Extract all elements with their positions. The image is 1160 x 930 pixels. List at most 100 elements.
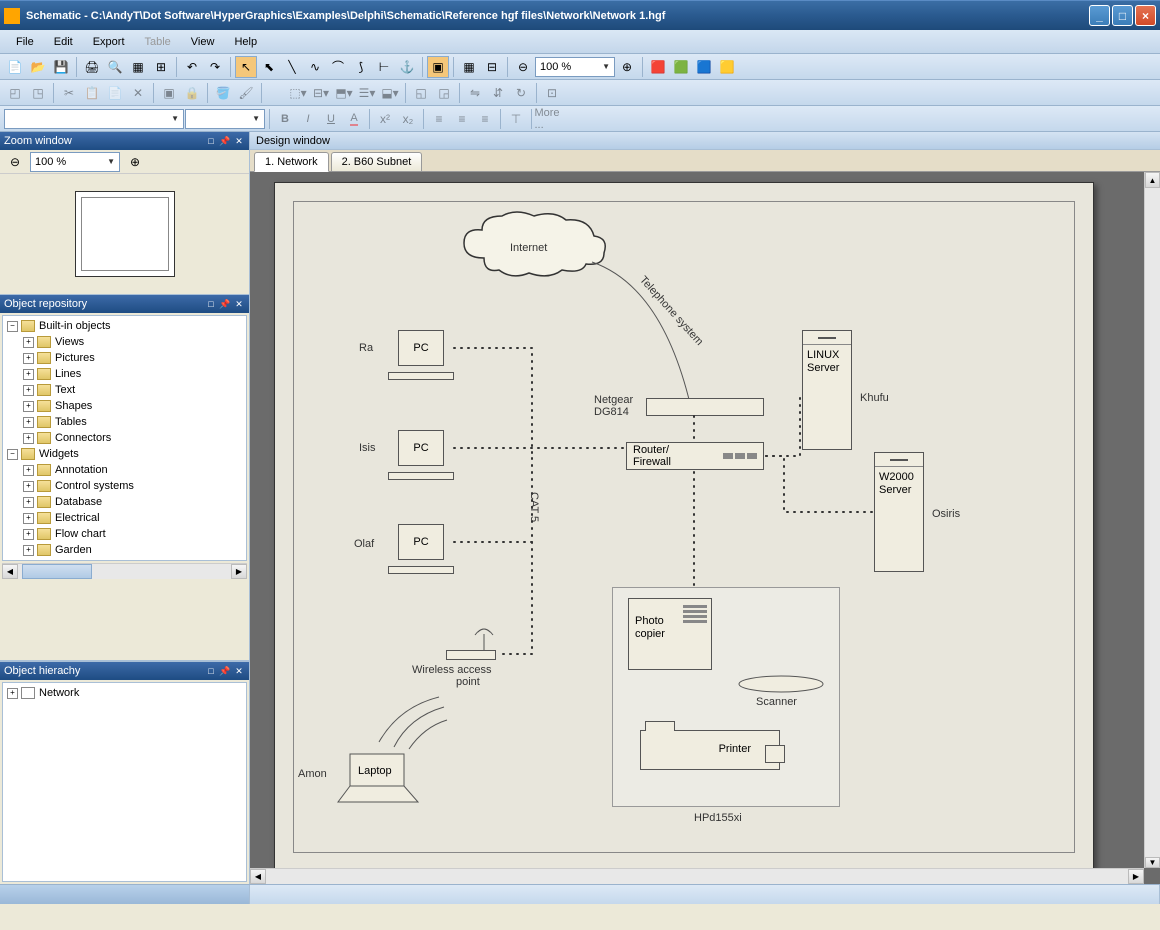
panel-pin-icon[interactable]: 📌 — [219, 665, 231, 677]
align-text-center-button[interactable]: ≡ — [451, 108, 473, 130]
expand-icon[interactable]: + — [23, 529, 34, 540]
menu-view[interactable]: View — [183, 33, 223, 51]
print-preview-button[interactable]: 🔍 — [104, 56, 126, 78]
snap-button[interactable]: ▣ — [427, 56, 449, 78]
curve-tool[interactable]: ⌒ — [327, 56, 349, 78]
explode-button[interactable]: ⊡ — [541, 82, 563, 104]
amon-label[interactable]: Amon — [298, 768, 327, 780]
undo-button[interactable]: ↶ — [181, 56, 203, 78]
netgear-label[interactable]: Netgear — [594, 394, 633, 406]
zoom-preview[interactable] — [0, 174, 249, 294]
anchor-tool[interactable]: ⚓ — [396, 56, 418, 78]
linux-server[interactable]: LINUX Server — [802, 330, 852, 450]
underline-button[interactable]: U — [320, 108, 342, 130]
internet-label[interactable]: Internet — [510, 242, 547, 254]
pc-isis-base[interactable] — [388, 472, 454, 480]
align-left-button[interactable]: ◰ — [4, 82, 26, 104]
maximize-button[interactable]: □ — [1112, 5, 1133, 26]
tree-node-database[interactable]: +Database — [5, 494, 244, 510]
layers-red-button[interactable]: 🟥 — [647, 56, 669, 78]
flip-v-button[interactable]: ⇵ — [487, 82, 509, 104]
canvas[interactable]: Internet Telephone system PC Ra PC — [250, 172, 1160, 884]
delete-button[interactable]: ✕ — [127, 82, 149, 104]
redo-button[interactable]: ↷ — [204, 56, 226, 78]
scanner[interactable] — [736, 674, 826, 694]
align-text-left-button[interactable]: ≡ — [428, 108, 450, 130]
scroll-left-button[interactable]: ◀ — [250, 869, 266, 884]
flip-h-button[interactable]: ⇋ — [464, 82, 486, 104]
panel-dock-icon[interactable]: □ — [205, 298, 217, 310]
tree-node-connectors[interactable]: +Connectors — [5, 430, 244, 446]
ruler-button[interactable]: ⊟ — [481, 56, 503, 78]
minimize-button[interactable]: _ — [1089, 5, 1110, 26]
expand-icon[interactable]: + — [23, 369, 34, 380]
pc-olaf-base[interactable] — [388, 566, 454, 574]
panel-close-icon[interactable]: ✕ — [233, 298, 245, 310]
khufu-label[interactable]: Khufu — [860, 392, 889, 404]
expand-icon[interactable]: + — [23, 337, 34, 348]
page-split-button[interactable]: ⊞ — [150, 56, 172, 78]
tree-node-flowchart[interactable]: +Flow chart — [5, 526, 244, 542]
zoom-combo[interactable]: 100 % ▼ — [535, 57, 615, 77]
more-formats-button[interactable]: More ... — [536, 108, 558, 130]
network-diagram[interactable]: Internet Telephone system PC Ra PC — [294, 202, 1074, 852]
align-right-button[interactable]: ◳ — [27, 82, 49, 104]
tab-b60-subnet[interactable]: 2. B60 Subnet — [331, 152, 423, 171]
zoom-in-button[interactable]: ⊕ — [616, 56, 638, 78]
expand-icon[interactable]: + — [23, 513, 34, 524]
grid-button[interactable]: ▦ — [458, 56, 480, 78]
tree-node-shapes[interactable]: +Shapes — [5, 398, 244, 414]
menu-file[interactable]: File — [8, 33, 42, 51]
scroll-right-button[interactable]: ▶ — [231, 564, 247, 579]
copy-button[interactable]: 📋 — [81, 82, 103, 104]
align-t-button[interactable]: ⬒▾ — [333, 82, 355, 104]
pc-isis-monitor[interactable]: PC — [398, 430, 444, 466]
panel-dock-icon[interactable]: □ — [205, 135, 217, 147]
save-button[interactable]: 💾 — [50, 56, 72, 78]
expand-icon[interactable]: + — [23, 545, 34, 556]
dist-v-button[interactable]: ⊟▾ — [310, 82, 332, 104]
rotate-button[interactable]: ↻ — [510, 82, 532, 104]
align-text-right-button[interactable]: ≡ — [474, 108, 496, 130]
scroll-up-button[interactable]: ▲ — [1145, 172, 1160, 188]
scroll-left-button[interactable]: ◀ — [2, 564, 18, 579]
expand-icon[interactable]: + — [23, 401, 34, 412]
brush-button[interactable]: 🖌 — [235, 82, 257, 104]
bold-button[interactable]: B — [274, 108, 296, 130]
cat5-label[interactable]: CAT 5 — [528, 492, 540, 522]
valign-button[interactable]: ⊤ — [505, 108, 527, 130]
superscript-button[interactable]: x² — [374, 108, 396, 130]
polyline-tool[interactable]: ∿ — [304, 56, 326, 78]
open-button[interactable]: 📂 — [27, 56, 49, 78]
osiris-label[interactable]: Osiris — [932, 508, 960, 520]
zoom-out-panel-button[interactable]: ⊖ — [4, 151, 26, 173]
pc-ra-monitor[interactable]: PC — [398, 330, 444, 366]
tree-node-lines[interactable]: +Lines — [5, 366, 244, 382]
line-tool[interactable]: ╲ — [281, 56, 303, 78]
tree-node-annotation[interactable]: +Annotation — [5, 462, 244, 478]
print-button[interactable]: 🖨 — [81, 56, 103, 78]
expand-icon[interactable]: + — [7, 688, 18, 699]
align-b-button[interactable]: ⬓▾ — [379, 82, 401, 104]
photocopier[interactable]: Photo copier — [628, 598, 712, 670]
arc-tool[interactable]: ⟆ — [350, 56, 372, 78]
dist-h-button[interactable]: ⬚▾ — [287, 82, 309, 104]
dg814-label[interactable]: DG814 — [594, 406, 629, 418]
wireless-label[interactable]: Wireless access — [412, 664, 491, 676]
menu-export[interactable]: Export — [85, 33, 133, 51]
expand-icon[interactable]: + — [23, 481, 34, 492]
menu-help[interactable]: Help — [226, 33, 265, 51]
tree-node-views[interactable]: +Views — [5, 334, 244, 350]
collapse-icon[interactable]: − — [7, 321, 18, 332]
layers-blue-button[interactable]: 🟦 — [693, 56, 715, 78]
tree-node-pictures[interactable]: +Pictures — [5, 350, 244, 366]
tree-node-tables[interactable]: +Tables — [5, 414, 244, 430]
lock-button[interactable]: 🔒 — [181, 82, 203, 104]
fill-button[interactable]: 🪣 — [212, 82, 234, 104]
back-button[interactable]: ◲ — [433, 82, 455, 104]
tree-scrollbar[interactable]: ◀ ▶ — [2, 563, 247, 579]
new-button[interactable]: 📄 — [4, 56, 26, 78]
horizontal-scrollbar[interactable]: ◀ ▶ — [250, 868, 1144, 884]
paste-button[interactable]: 📄 — [104, 82, 126, 104]
expand-icon[interactable]: + — [23, 353, 34, 364]
